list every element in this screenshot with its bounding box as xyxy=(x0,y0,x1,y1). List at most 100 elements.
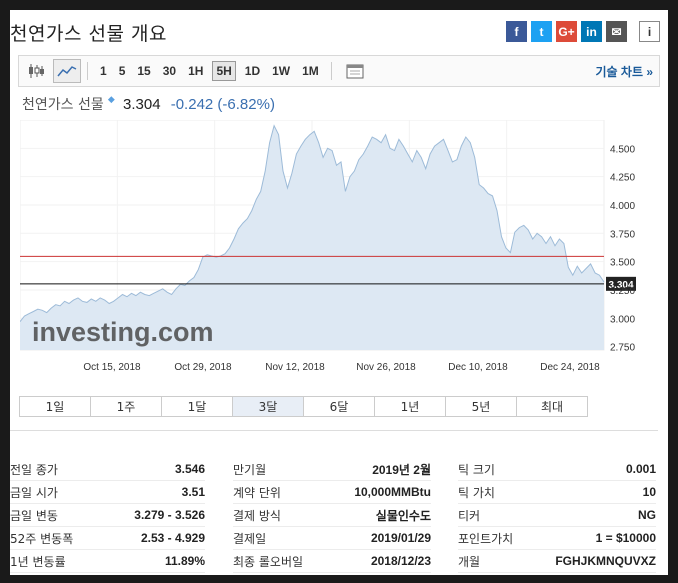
stat-label: 최종 롤오버일 xyxy=(233,554,304,569)
range-7[interactable]: 최대 xyxy=(517,397,587,416)
stat-value: FGHJKMNQUVXZ xyxy=(555,554,656,568)
candlestick-chart-icon[interactable] xyxy=(23,60,49,82)
y-tick-label: 4.250 xyxy=(610,173,635,184)
stat-row: 포인트가치 1 = $10000 xyxy=(458,527,656,550)
stat-value: 10,000MMBtu xyxy=(354,485,431,499)
interval-1[interactable]: 1 xyxy=(97,62,110,80)
stat-value: 3.279 - 3.526 xyxy=(134,508,205,522)
stat-label: 1년 변동률 xyxy=(10,554,66,569)
range-5[interactable]: 1년 xyxy=(375,397,446,416)
interval-1m[interactable]: 1M xyxy=(299,62,322,80)
stat-label: 계약 단위 xyxy=(233,485,281,500)
x-tick-label: Dec 10, 2018 xyxy=(448,362,508,373)
toolbar-separator xyxy=(330,62,332,80)
stat-row: 티커 NG xyxy=(458,504,656,527)
stat-value: 3.51 xyxy=(181,485,205,499)
interval-15[interactable]: 15 xyxy=(134,62,153,80)
stat-row: 1년 변동률 11.89% xyxy=(10,550,205,573)
interval-5[interactable]: 5 xyxy=(116,62,129,80)
stat-label: 52주 변동폭 xyxy=(10,531,74,546)
x-tick-label: Oct 29, 2018 xyxy=(174,362,232,373)
stat-value: 0.001 xyxy=(625,462,656,476)
x-tick-label: Oct 15, 2018 xyxy=(83,362,141,373)
chart-toolbar: 1 5 15 30 1H 5H 1D 1W 1M 기술 차트 » xyxy=(18,55,660,87)
stat-value: NG xyxy=(638,508,656,522)
stat-row: 만기월 2019년 2월 xyxy=(233,458,431,481)
stat-row: 틱 가치 10 xyxy=(458,481,656,504)
interval-1w[interactable]: 1W xyxy=(269,62,293,80)
stat-value: 실물인수도 xyxy=(375,508,431,523)
stat-label: 결제일 xyxy=(233,531,267,546)
range-1[interactable]: 1주 xyxy=(91,397,162,416)
technical-chart-link[interactable]: 기술 차트 » xyxy=(595,63,653,80)
stat-label: 만기월 xyxy=(233,462,267,477)
stat-label: 금일 시가 xyxy=(10,485,58,500)
interval-group: 1 5 15 30 1H 5H 1D 1W 1M xyxy=(94,61,325,81)
linkedin-icon[interactable]: in xyxy=(581,21,602,42)
stat-row: 금일 변동 3.279 - 3.526 xyxy=(10,504,205,527)
y-tick-label: 3.000 xyxy=(610,314,635,325)
stat-label: 티커 xyxy=(458,508,481,523)
last-price: 3.304 xyxy=(123,96,161,113)
stats-column-3: 틱 크기 0.001 틱 가치 10 티커 NG 포인트가치 1 = $10000 개월 FGHJ… xyxy=(458,458,656,573)
stat-row: 계약 단위 10,000MMBtu xyxy=(233,481,431,504)
stat-value: 2019년 2월 xyxy=(372,462,431,477)
stat-row: 결제 방식 실물인수도 xyxy=(233,504,431,527)
interval-1h[interactable]: 1H xyxy=(185,62,206,80)
google-plus-icon[interactable]: G+ xyxy=(556,21,577,42)
range-4[interactable]: 6달 xyxy=(304,397,375,416)
toolbar-separator xyxy=(87,62,88,80)
stat-label: 틱 크기 xyxy=(458,462,495,477)
y-tick-label: 4.500 xyxy=(610,144,635,155)
diamond-icon: ◆ xyxy=(107,94,115,104)
stat-row: 결제일 2019/01/29 xyxy=(233,527,431,550)
email-icon[interactable]: ✉ xyxy=(606,21,627,42)
stat-value: 1 = $10000 xyxy=(595,531,656,545)
stats-column-1: 전일 종가 3.546 금일 시가 3.51 금일 변동 3.279 - 3.526 52주… xyxy=(10,458,205,573)
info-icon[interactable]: i xyxy=(639,21,660,42)
quote-summary: 천연가스 선물 ◆ 3.304 -0.242 (-6.82%) xyxy=(22,94,275,114)
range-2[interactable]: 1달 xyxy=(162,397,233,416)
range-3[interactable]: 3달 xyxy=(233,397,304,416)
investing-watermark-logo: investing.com xyxy=(32,317,214,347)
x-tick-label: Nov 26, 2018 xyxy=(356,362,416,373)
stat-value: 2019/01/29 xyxy=(370,531,431,545)
interval-5h[interactable]: 5H xyxy=(212,61,236,81)
stat-label: 금일 변동 xyxy=(10,508,58,523)
page-title: 천연가스 선물 개요 xyxy=(10,23,167,45)
stat-label: 결제 방식 xyxy=(233,508,281,523)
stat-row: 틱 크기 0.001 xyxy=(458,458,656,481)
price-change: -0.242 (-6.82%) xyxy=(170,96,275,113)
y-tick-label: 4.000 xyxy=(610,201,635,212)
x-tick-label: Nov 12, 2018 xyxy=(265,362,325,373)
stat-value: 2.53 - 4.929 xyxy=(140,531,205,545)
range-6[interactable]: 5년 xyxy=(446,397,517,416)
stat-row: 전일 종가 3.546 xyxy=(10,458,205,481)
range-0[interactable]: 1일 xyxy=(20,397,91,416)
section-divider xyxy=(10,430,658,431)
twitter-icon[interactable]: t xyxy=(531,21,552,42)
time-range-selector: 1일 1주 1달 3달 6달 1년 5년 최대 xyxy=(19,396,588,417)
stat-value: 11.89% xyxy=(164,554,205,568)
calendar-icon[interactable] xyxy=(342,60,368,82)
x-tick-label: Dec 24, 2018 xyxy=(540,362,600,373)
stat-label: 전일 종가 xyxy=(10,462,58,477)
page: 천연가스 선물 개요 f t G+ in ✉ i 1 5 15 30 1H 5H 1D 1W 1M 기술 … xyxy=(10,10,668,575)
y-tick-label: 2.750 xyxy=(610,343,635,354)
stat-value: 10 xyxy=(642,485,656,499)
stat-label: 포인트가치 xyxy=(458,531,514,546)
y-tick-label: 3.250 xyxy=(610,286,635,297)
facebook-icon[interactable]: f xyxy=(506,21,527,42)
stats-column-2: 만기월 2019년 2월계약 단위 10,000MMBtu 결제 방식 실물인수도결제일… xyxy=(233,458,431,573)
stat-row: 최종 롤오버일 2018/12/23 xyxy=(233,550,431,573)
y-tick-label: 3.500 xyxy=(610,258,635,269)
stat-row: 개월 FGHJKMNQUVXZ xyxy=(458,550,656,573)
price-chart[interactable]: 3.3044.5004.2504.0003.7503.5003.2503.000… xyxy=(20,120,656,388)
y-tick-label: 3.750 xyxy=(610,229,635,240)
line-chart-icon[interactable] xyxy=(53,59,81,83)
stat-value: 2018/12/23 xyxy=(370,554,431,568)
interval-30[interactable]: 30 xyxy=(160,62,179,80)
interval-1d[interactable]: 1D xyxy=(242,62,263,80)
stat-value: 3.546 xyxy=(174,462,205,476)
social-share-bar: f t G+ in ✉ i xyxy=(506,21,660,42)
